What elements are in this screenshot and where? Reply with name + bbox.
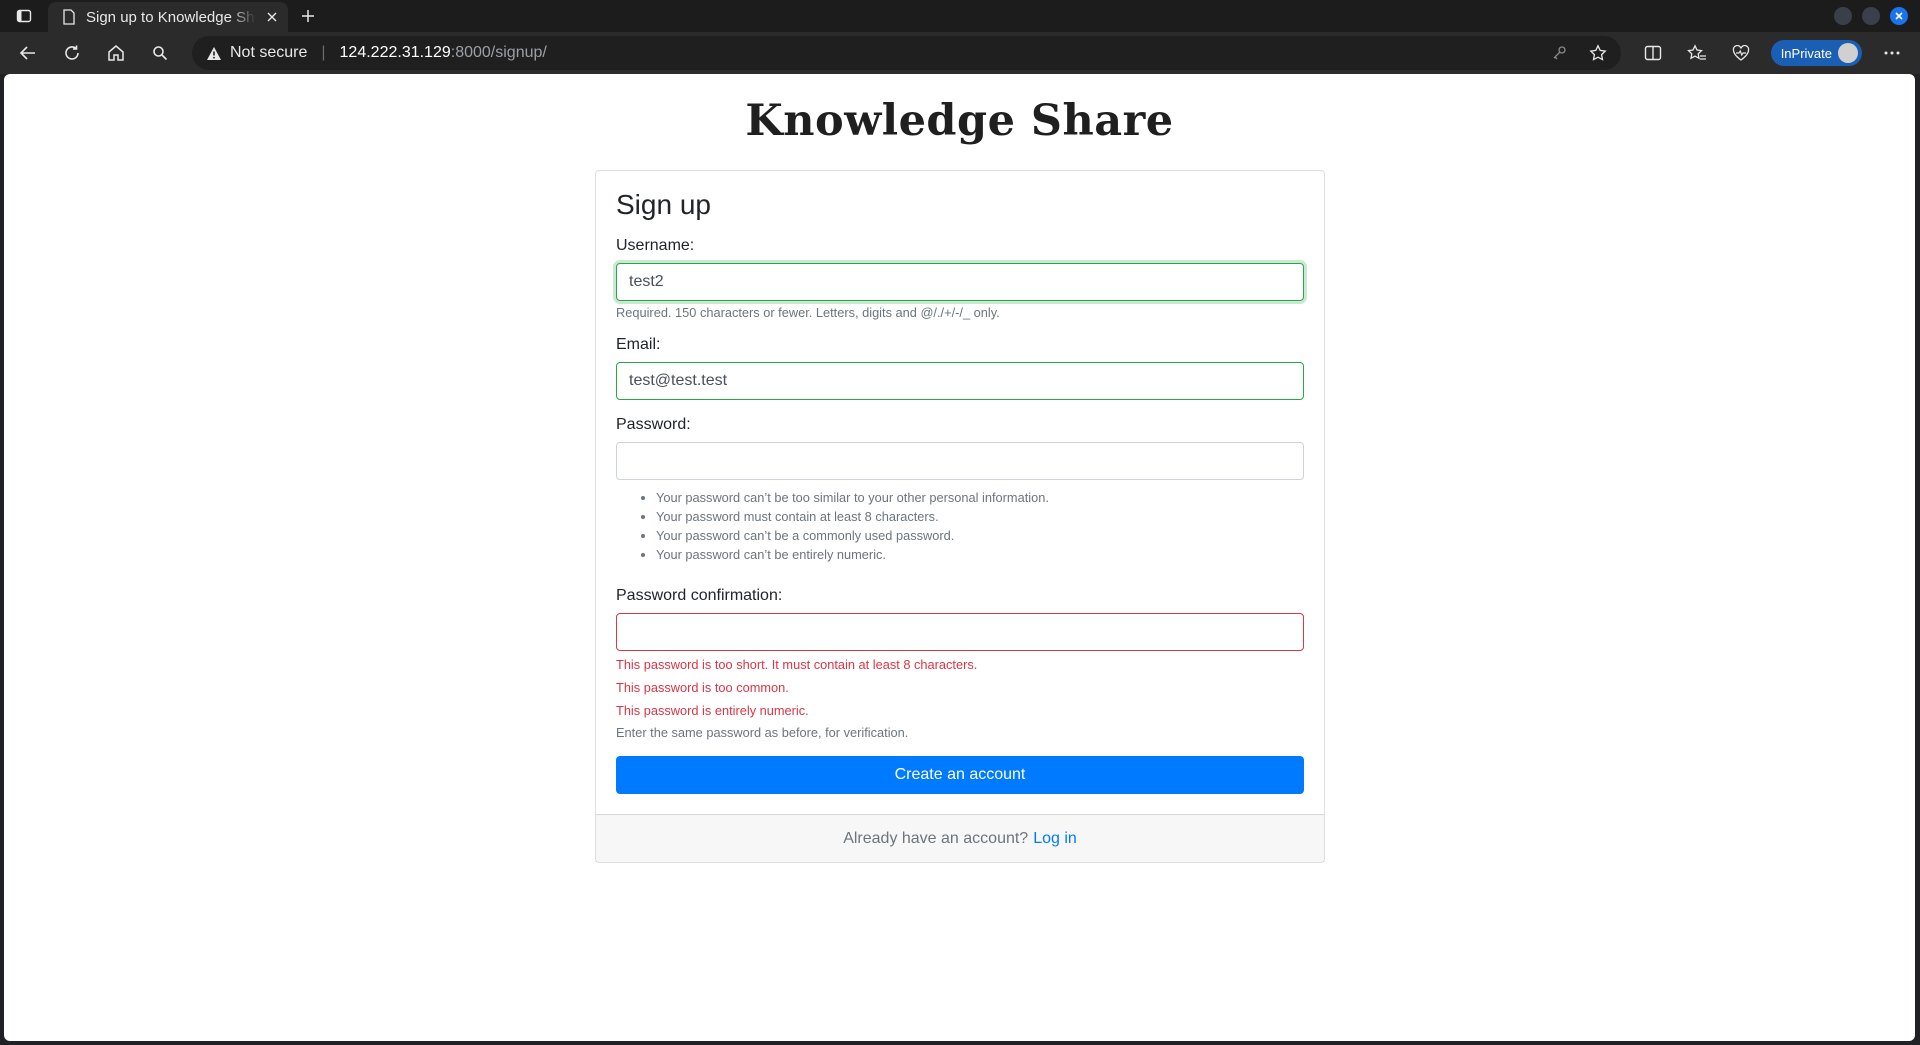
page-icon [63,9,75,25]
maximize-button[interactable] [1862,7,1880,25]
plus-icon [302,10,314,22]
password-help-list: Your password can’t be too similar to yo… [616,488,1304,564]
password-help-item: Your password can’t be a commonly used p… [656,526,1304,545]
close-tab-icon[interactable] [266,11,278,23]
inprivate-label: InPrivate [1780,45,1832,61]
refresh-button[interactable] [52,36,92,70]
password-error: This password is too short. It must cont… [616,657,978,672]
password-help-item: Your password can’t be entirely numeric. [656,545,1304,564]
close-window-button[interactable] [1890,7,1908,25]
address-divider: | [321,44,326,61]
page-heading: Sign up [616,189,711,220]
password-input[interactable] [616,442,1304,480]
inprivate-badge[interactable]: InPrivate [1770,40,1862,66]
signup-card: Sign up Username: Required. 150 characte… [595,170,1325,863]
new-tab-button[interactable] [292,0,324,32]
username-input[interactable] [616,263,1304,301]
profile-avatar [1838,43,1858,63]
username-help: Required. 150 characters or fewer. Lette… [616,305,1000,320]
key-icon[interactable] [1551,45,1567,61]
url-path: :8000/signup/ [450,44,547,61]
tab-bar: Sign up to Knowledge Share [0,0,1920,32]
security-label[interactable]: Not secure [230,44,307,62]
site-title: Knowledge Share [745,96,1174,146]
card-body: Sign up Username: Required. 150 characte… [596,171,1324,814]
search-icon [153,46,168,61]
more-horizontal-icon [1884,51,1900,55]
email-input[interactable] [616,362,1304,400]
refresh-icon [65,45,79,60]
email-label: Email: [616,336,661,353]
url-text: 124.222.31.129:8000/signup/ [340,44,547,62]
favorites-icon [1686,44,1706,60]
tab-actions-icon [16,9,32,23]
address-bar[interactable]: Not secure | 124.222.31.129:8000/signup/ [192,36,1621,70]
password-confirmation-group: Password confirmation: This password is … [616,587,1304,740]
password-help-item: Your password must contain at least 8 ch… [656,507,1304,526]
url-host: 124.222.31.129 [339,44,451,61]
home-button[interactable] [96,36,136,70]
browser-essentials-button[interactable] [1721,36,1761,70]
warning-icon [207,46,221,60]
tab-title: Sign up to Knowledge Share [86,8,256,26]
favorites-button[interactable] [1677,36,1717,70]
email-group: Email: [616,336,1304,400]
card-footer: Already have an account? Log in [596,814,1324,862]
username-label: Username: [616,237,695,254]
create-account-button[interactable]: Create an account [616,756,1304,794]
active-tab[interactable]: Sign up to Knowledge Share [48,2,288,32]
password-confirmation-label: Password confirmation: [616,587,783,604]
split-screen-icon [1644,45,1661,61]
star-icon[interactable] [1589,44,1607,62]
settings-more-button[interactable] [1872,36,1912,70]
password-confirmation-input[interactable] [616,613,1304,651]
login-link[interactable]: Log in [1033,830,1077,848]
arrow-left-icon [19,46,35,60]
minimize-button[interactable] [1834,7,1852,25]
browser-toolbar: Not secure | 124.222.31.129:8000/signup/… [0,32,1920,74]
password-error: This password is entirely numeric. [616,703,809,718]
footer-text: Already have an account? [843,829,1029,847]
home-icon [108,45,124,61]
password-label: Password: [616,416,691,433]
close-icon [1895,12,1903,20]
password-confirmation-help: Enter the same password as before, for v… [616,725,909,740]
tab-actions-button[interactable] [0,0,48,32]
split-screen-button[interactable] [1633,36,1673,70]
password-error: This password is too common. [616,680,789,695]
search-button[interactable] [140,36,180,70]
heart-pulse-icon [1732,45,1749,61]
password-group: Password: Your password can’t be too sim… [616,416,1304,564]
window-controls [1834,7,1908,25]
password-help-item: Your password can’t be too similar to yo… [656,488,1304,507]
back-button[interactable] [8,36,48,70]
username-group: Username: Required. 150 characters or fe… [616,237,1304,320]
page-viewport: Knowledge Share Sign up Username: Requir… [4,74,1915,1041]
